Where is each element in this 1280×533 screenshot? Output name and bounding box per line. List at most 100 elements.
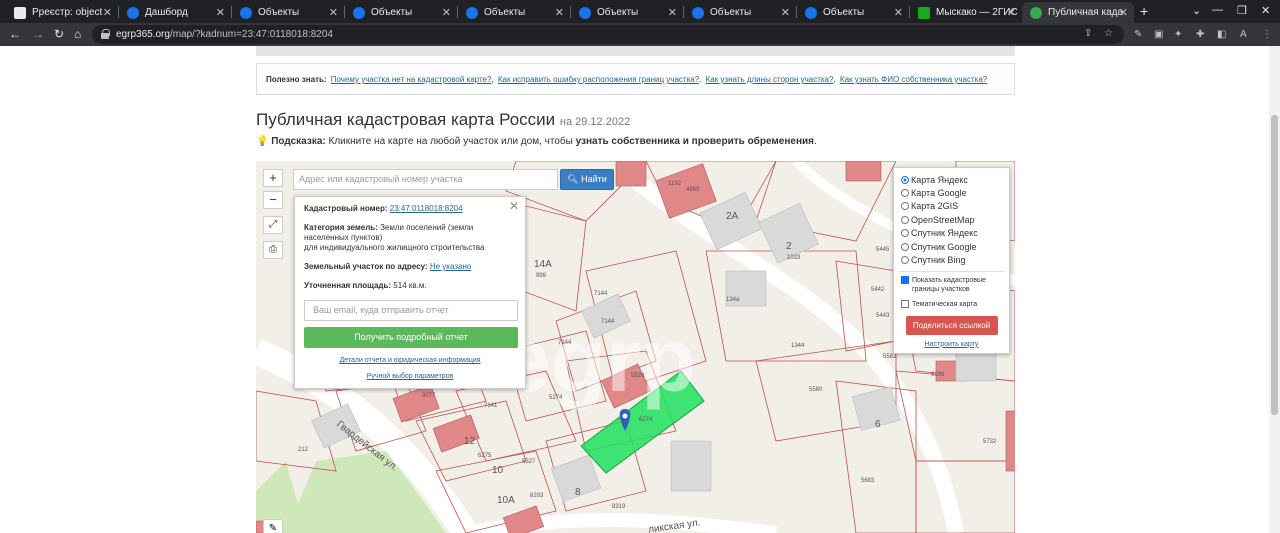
close-tab-icon[interactable]: ✕ bbox=[103, 6, 112, 19]
close-tab-icon[interactable]: ✕ bbox=[1007, 6, 1016, 19]
radio-icon[interactable] bbox=[901, 202, 909, 211]
parcel-info-popup: ✕ Кадастровый номер: 23:47:0118018:8204 … bbox=[294, 196, 526, 389]
layer-google-satellite[interactable]: Спутник Google bbox=[901, 240, 1002, 253]
close-window-icon[interactable]: ✕ bbox=[1261, 4, 1270, 17]
tab-objects-5[interactable]: Объекты ✕ bbox=[684, 2, 796, 23]
get-report-button[interactable]: Получить подробный отчет bbox=[304, 327, 518, 348]
configure-map-link[interactable]: Настроить карту bbox=[901, 341, 1002, 348]
edit-pencil-icon[interactable]: ✎ bbox=[263, 519, 283, 533]
menu-icon[interactable]: ⋮ bbox=[1262, 29, 1272, 40]
tab-objects-2[interactable]: Объекты ✕ bbox=[345, 2, 457, 23]
tab-dashboard[interactable]: Дашборд ✕ bbox=[119, 2, 231, 23]
close-popup-icon[interactable]: ✕ bbox=[509, 199, 519, 213]
address-link[interactable]: Не указано bbox=[430, 262, 471, 271]
new-tab-button[interactable]: + bbox=[1140, 3, 1148, 19]
share-icon[interactable]: ⇪ bbox=[1084, 28, 1092, 39]
map-label: 8319 bbox=[612, 504, 626, 510]
browser-tab-strip: Рреєстр: object ✕ Дашборд ✕ Объекты ✕ Объек… bbox=[0, 0, 1280, 23]
maximize-icon[interactable]: ❐ bbox=[1237, 4, 1247, 17]
cadastral-map[interactable]: egrp 1192 4660 2А 2 1033 5445 5442 5443 5582 5580… bbox=[256, 161, 1015, 533]
tab-objects-6[interactable]: Объекты ✕ bbox=[797, 2, 909, 23]
address-bar[interactable]: egrp365.org/map/?kadnum=23:47:0118018:82… bbox=[92, 25, 1124, 44]
scrollbar-thumb[interactable] bbox=[1271, 115, 1278, 415]
layer-google-map[interactable]: Карта Google bbox=[901, 186, 1002, 199]
bookmark-star-icon[interactable]: ☆ bbox=[1104, 28, 1113, 39]
sidebar-icon[interactable]: ◧ bbox=[1217, 29, 1226, 40]
radio-icon[interactable] bbox=[901, 215, 909, 224]
radio-icon[interactable] bbox=[901, 175, 909, 184]
map-label: 1033 bbox=[787, 255, 801, 261]
thematic-map-checkbox[interactable]: Тематическая карта bbox=[901, 299, 1002, 309]
checkbox-icon[interactable] bbox=[901, 299, 909, 308]
close-tab-icon[interactable]: ✕ bbox=[894, 6, 903, 19]
layer-bing-satellite[interactable]: Спутник Bing bbox=[901, 253, 1002, 266]
reload-icon[interactable]: ↻ bbox=[54, 27, 64, 41]
map-label: 7144 bbox=[594, 291, 608, 297]
tab-search-icon[interactable]: ⌄ bbox=[1192, 4, 1201, 17]
minimize-icon[interactable]: — bbox=[1212, 4, 1223, 16]
url-text: egrp365.org/map/?kadnum=23:47:0118018:82… bbox=[116, 29, 333, 40]
map-watermark: egrp bbox=[501, 311, 696, 411]
layer-yandex-satellite[interactable]: Спутник Яндекс bbox=[901, 227, 1002, 240]
globe-icon bbox=[466, 6, 478, 19]
link-side-lengths[interactable]: Как узнать длины сторон участка? bbox=[706, 75, 834, 84]
close-tab-icon[interactable]: ✕ bbox=[555, 6, 564, 19]
search-input[interactable]: Адрес или кадастровый номер участка bbox=[293, 169, 558, 190]
tab-title: Публичная када bbox=[1048, 7, 1124, 18]
print-icon[interactable]: ⎙ bbox=[263, 241, 283, 259]
radio-icon[interactable] bbox=[901, 256, 909, 265]
map-label: 6196 bbox=[931, 372, 945, 378]
layer-yandex-map[interactable]: Карта Яндекс bbox=[901, 173, 1002, 186]
link-owner-name[interactable]: Как узнать ФИО собственника участка? bbox=[840, 75, 987, 84]
tab-title: Рреєстр: object bbox=[32, 7, 103, 18]
manual-params-link[interactable]: Ручной выбор параметров bbox=[304, 373, 516, 380]
doc-extension-icon[interactable]: ▣ bbox=[1154, 29, 1163, 40]
top-banner bbox=[256, 46, 1015, 56]
map-label: 6274 bbox=[639, 417, 653, 423]
zoom-out-button[interactable]: − bbox=[263, 191, 283, 209]
close-tab-icon[interactable]: ✕ bbox=[1119, 6, 1128, 19]
layer-osm[interactable]: OpenStreetMap bbox=[901, 213, 1002, 226]
land-use-value: для индивидуального жилищного строительс… bbox=[304, 243, 485, 252]
share-link-button[interactable]: Поделиться ссылкой bbox=[905, 315, 998, 335]
link-parcel-missing[interactable]: Почему участка нет на кадастровой карте? bbox=[331, 75, 492, 84]
show-borders-checkbox[interactable]: Показать кадастровые границы участков bbox=[901, 275, 1002, 294]
search-button[interactable]: 🔍︎ Найти bbox=[560, 169, 614, 190]
radio-icon[interactable] bbox=[901, 242, 909, 251]
close-tab-icon[interactable]: ✕ bbox=[781, 6, 790, 19]
forward-icon[interactable]: → bbox=[32, 27, 44, 41]
tab-title: Дашборд bbox=[145, 7, 188, 18]
tab-title: Объекты bbox=[597, 7, 639, 18]
fullscreen-icon[interactable]: ⤢ bbox=[263, 216, 283, 234]
profile-icon[interactable]: A bbox=[1240, 29, 1247, 40]
grid-icon bbox=[14, 6, 26, 19]
cadastral-number-label: Кадастровый номер: bbox=[304, 204, 388, 213]
back-icon[interactable]: ← bbox=[9, 27, 21, 41]
map-label: 7144 bbox=[601, 319, 615, 325]
report-details-link[interactable]: Детали отчета и юридическая информация bbox=[304, 357, 516, 364]
tab-objects-1[interactable]: Объекты ✕ bbox=[232, 2, 344, 23]
radio-icon[interactable] bbox=[901, 229, 909, 238]
pen-extension-icon[interactable]: ✎ bbox=[1134, 29, 1142, 40]
wand-extension-icon[interactable]: ✦ bbox=[1174, 29, 1182, 40]
checkbox-icon[interactable] bbox=[901, 275, 909, 284]
close-tab-icon[interactable]: ✕ bbox=[668, 6, 677, 19]
link-fix-borders[interactable]: Как исправить ошибку расположения границ… bbox=[498, 75, 699, 84]
cadastral-number-link[interactable]: 23:47:0118018:8204 bbox=[390, 204, 463, 213]
tab-objects-4[interactable]: Объекты ✕ bbox=[571, 2, 683, 23]
area-value: 514 кв.м. bbox=[393, 281, 427, 290]
tab-objects-3[interactable]: Объекты ✕ bbox=[458, 2, 570, 23]
close-tab-icon[interactable]: ✕ bbox=[329, 6, 338, 19]
tab-2gis[interactable]: Мыскако — 2ГИС ✕ bbox=[910, 2, 1022, 23]
layer-2gis-map[interactable]: Карта 2GIS bbox=[901, 200, 1002, 213]
radio-icon[interactable] bbox=[901, 189, 909, 198]
home-icon[interactable]: ⌂ bbox=[74, 27, 81, 41]
puzzle-icon[interactable]: ✚ bbox=[1196, 29, 1204, 40]
tab-registry[interactable]: Рреєстр: object ✕ bbox=[6, 2, 118, 23]
map-layers-panel: Карта Яндекс Карта Google Карта 2GIS Ope… bbox=[893, 167, 1010, 354]
tab-cadastral-map[interactable]: Публичная када ✕ bbox=[1022, 2, 1134, 23]
close-tab-icon[interactable]: ✕ bbox=[216, 6, 225, 19]
close-tab-icon[interactable]: ✕ bbox=[442, 6, 451, 19]
email-input[interactable]: Ваш email, куда отправить отчет bbox=[304, 300, 518, 321]
zoom-in-button[interactable]: + bbox=[263, 169, 283, 187]
